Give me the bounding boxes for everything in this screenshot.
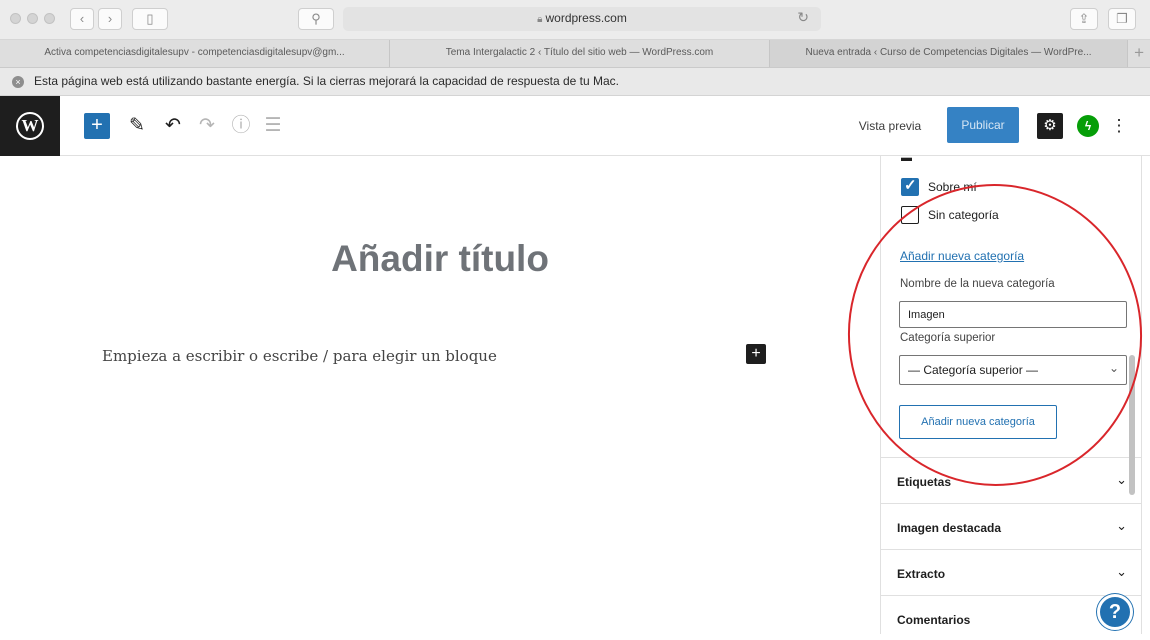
categories-heading-fragment: ▬	[901, 156, 912, 164]
new-category-name-input[interactable]	[899, 301, 1127, 328]
panel-title: Comentarios	[897, 613, 971, 627]
panel-featured-image[interactable]: Imagen destacada ⌄	[881, 503, 1141, 550]
more-options-button[interactable]: ⋮	[1110, 113, 1128, 139]
panel-title: Extracto	[897, 567, 946, 581]
list-view-button[interactable]: ☰	[262, 113, 284, 139]
energy-warning-bar: × Esta página web está utilizando bastan…	[0, 68, 1150, 96]
share-button[interactable]: ⇪	[1070, 8, 1098, 30]
tab-new-post[interactable]: Nueva entrada ‹ Curso de Competencias Di…	[770, 40, 1128, 67]
settings-button[interactable]: ⚙	[1037, 113, 1063, 139]
plus-icon: +	[751, 345, 761, 362]
chevron-down-icon: ⌄	[1116, 518, 1127, 533]
wordpress-logo-button[interactable]: W	[0, 96, 60, 156]
tabs-overview-button[interactable]: ❐	[1108, 8, 1136, 30]
editor-header: W + ✎ ↶ ↷ ⓘ ☰ Vista previa Publicar ⚙ ϟ …	[0, 96, 1150, 156]
chevron-down-icon: ⌄	[1116, 472, 1127, 487]
close-icon[interactable]: ×	[12, 76, 24, 88]
preview-button[interactable]: Vista previa	[844, 110, 936, 142]
jetpack-button[interactable]: ϟ	[1077, 115, 1099, 137]
parent-category-label: Categoría superior	[900, 332, 996, 344]
chevron-down-icon: ⌄	[1108, 361, 1119, 375]
parent-category-selected-value: — Categoría superior —	[908, 363, 1039, 377]
more-vertical-icon: ⋮	[1110, 116, 1128, 135]
search-icon: ⚲	[311, 11, 321, 26]
back-button[interactable]: ‹	[70, 8, 94, 30]
share-icon: ⇪	[1078, 11, 1090, 26]
panel-title: Etiquetas	[897, 475, 952, 489]
category-checkbox[interactable]: ✓	[901, 177, 919, 196]
energy-warning-text: Esta página web está utilizando bastante…	[34, 74, 620, 88]
redo-icon: ↷	[199, 115, 215, 136]
details-button[interactable]: ⓘ	[230, 113, 252, 139]
sidebar-scrollbar[interactable]	[1129, 355, 1135, 495]
panel-title: Imagen destacada	[897, 521, 1002, 535]
category-label: Sin categoría	[928, 208, 999, 222]
redo-button[interactable]: ↷	[196, 113, 218, 139]
post-title-input[interactable]: Añadir título	[0, 238, 880, 280]
help-button[interactable]: ?	[1097, 594, 1133, 630]
paragraph-block-placeholder[interactable]: Empieza a escribir o escribe / para eleg…	[102, 347, 497, 365]
lock-icon: 🔒︎	[537, 14, 543, 25]
question-icon: ?	[1108, 601, 1122, 623]
gear-icon: ⚙	[1043, 117, 1057, 134]
wordpress-logo-icon: W	[16, 112, 44, 140]
url-text: wordpress.com	[545, 11, 627, 25]
jetpack-icon: ϟ	[1084, 119, 1092, 133]
zoom-window-button[interactable]	[44, 13, 55, 24]
chevron-down-icon: ⌄	[1116, 564, 1127, 579]
browser-toolbar: ‹ › ▯ ⚲ 🔒︎ wordpress.com ↻ ⇪ ❐	[0, 0, 1150, 40]
list-view-icon: ☰	[264, 115, 282, 136]
new-tab-icon[interactable]: +	[1134, 43, 1144, 63]
tab-bar: Activa competenciasdigitalesupv - compet…	[0, 40, 1150, 68]
inline-add-block-button[interactable]: +	[746, 344, 766, 364]
undo-button[interactable]: ↶	[162, 113, 184, 139]
tab-gmail[interactable]: Activa competenciasdigitalesupv - compet…	[0, 40, 390, 67]
tabs-icon: ❐	[1116, 11, 1128, 26]
checkmark-icon: ✓	[904, 177, 917, 194]
sidebar-toggle-button[interactable]: ▯	[132, 8, 168, 30]
settings-sidebar: ▬ ✓ Sobre mí Sin categoría Añadir nueva …	[880, 156, 1142, 634]
reload-icon[interactable]: ↻	[797, 9, 809, 26]
forward-button[interactable]: ›	[98, 8, 122, 30]
new-category-name-label: Nombre de la nueva categoría	[900, 278, 1055, 290]
info-icon: ⓘ	[231, 115, 251, 136]
panel-excerpt[interactable]: Extracto ⌄	[881, 549, 1141, 596]
undo-icon: ↶	[165, 115, 181, 136]
add-block-button[interactable]: +	[84, 113, 110, 139]
category-checkbox[interactable]	[901, 206, 919, 224]
publish-button[interactable]: Publicar	[947, 107, 1019, 143]
category-label: Sobre mí	[928, 180, 977, 194]
sidebar-icon: ▯	[146, 11, 154, 26]
close-window-button[interactable]	[10, 13, 21, 24]
search-button[interactable]: ⚲	[298, 8, 334, 30]
plus-icon: +	[91, 114, 103, 136]
minimize-window-button[interactable]	[27, 13, 38, 24]
address-bar[interactable]: 🔒︎ wordpress.com ↻	[343, 7, 821, 31]
chevron-left-icon: ‹	[79, 11, 85, 26]
tab-theme[interactable]: Tema Intergalactic 2 ‹ Título del sitio …	[390, 40, 770, 67]
pencil-icon: ✎	[129, 115, 145, 136]
add-new-category-button[interactable]: Añadir nueva categoría	[899, 405, 1057, 439]
chevron-right-icon: ›	[107, 11, 113, 26]
panel-tags[interactable]: Etiquetas ⌄	[881, 457, 1141, 504]
parent-category-select[interactable]: — Categoría superior — ⌄	[899, 355, 1127, 385]
tools-button[interactable]: ✎	[126, 113, 148, 139]
add-new-category-link[interactable]: Añadir nueva categoría	[900, 249, 1024, 263]
